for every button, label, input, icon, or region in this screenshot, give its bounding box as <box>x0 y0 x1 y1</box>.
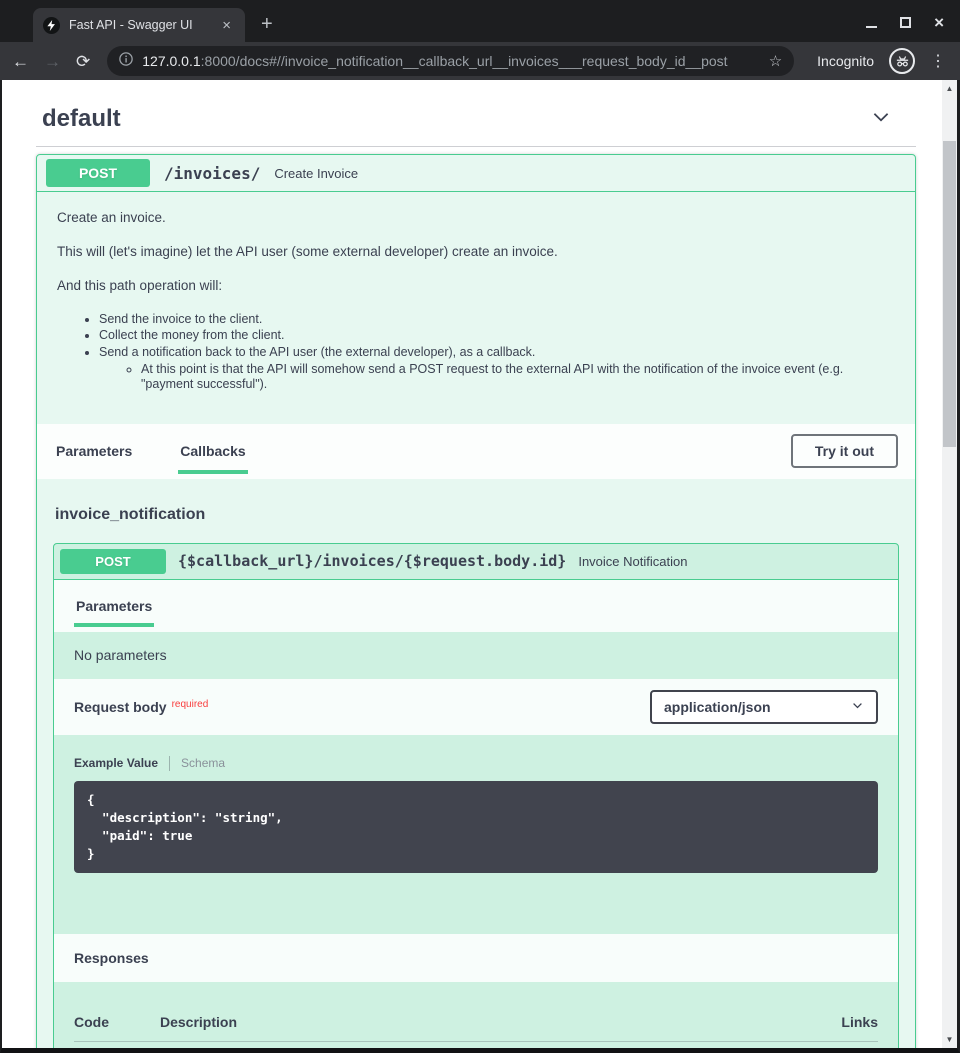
callback-summary[interactable]: POST {$callback_url}/invoices/{$request.… <box>54 544 898 580</box>
tab-strip: Fast API - Swagger UI × + × <box>0 0 960 42</box>
tab-divider <box>169 756 170 771</box>
section-header-default[interactable]: default <box>36 80 916 147</box>
callback-name: invoice_notification <box>53 506 899 524</box>
request-body-header: Request bodyrequired application/json <box>54 679 898 735</box>
description-list: Send the invoice to the client. Collect … <box>57 312 895 393</box>
url-text: 127.0.0.1:8000/docs#//invoice_notificati… <box>142 53 727 69</box>
description-paragraph: And this path operation will: <box>57 278 895 295</box>
callback-summary-text: Invoice Notification <box>578 554 687 569</box>
scrollbar-thumb[interactable] <box>943 141 956 447</box>
operation-tabs-header: Parameters Callbacks Try it out <box>37 424 915 479</box>
operation-path: /invoices/ <box>164 164 260 183</box>
tab-close-icon[interactable]: × <box>218 16 235 35</box>
select-chevron-icon <box>851 699 864 715</box>
list-item: Send a notification back to the API user… <box>99 345 895 393</box>
browser-tab[interactable]: Fast API - Swagger UI × <box>33 8 245 42</box>
scroll-up-icon[interactable]: ▲ <box>942 84 957 93</box>
column-header-links: Links <box>788 1014 878 1030</box>
callback-opblock: POST {$callback_url}/invoices/{$request.… <box>53 543 899 1048</box>
list-item: At this point is that the API will someh… <box>141 362 859 393</box>
chevron-down-icon[interactable] <box>870 106 892 133</box>
forward-icon[interactable]: → <box>44 53 61 70</box>
maximize-button[interactable] <box>900 17 911 28</box>
example-section: Example Value Schema { "description": "s… <box>54 735 898 935</box>
column-header-code: Code <box>74 1014 160 1030</box>
new-tab-button[interactable]: + <box>261 14 273 34</box>
responses-table-head: Code Description Links <box>74 998 878 1042</box>
opblock-summary[interactable]: POST /invoices/ Create Invoice <box>37 155 915 192</box>
page-scrollbar[interactable]: ▲ ▼ <box>942 80 957 1048</box>
tab-parameters[interactable]: Parameters <box>54 424 134 479</box>
description-paragraph: This will (let's imagine) let the API us… <box>57 244 895 261</box>
reload-icon[interactable]: ⟳ <box>76 53 90 70</box>
operation-description: Create an invoice. This will (let's imag… <box>37 192 915 424</box>
minimize-button[interactable] <box>866 26 877 28</box>
site-info-icon[interactable] <box>119 52 133 71</box>
description-paragraph: Create an invoice. <box>57 210 895 227</box>
method-badge-post: POST <box>46 159 150 187</box>
page-content: default POST /invoices/ Create Invoice C… <box>2 80 942 1048</box>
example-code-block: { "description": "string", "paid": true … <box>74 781 878 874</box>
table-row: 200 Successful Response No links <box>74 1042 878 1048</box>
description-sublist: At this point is that the API will someh… <box>99 362 859 393</box>
media-type-select[interactable]: application/json <box>650 690 878 724</box>
url-host: 127.0.0.1 <box>142 53 200 69</box>
address-bar[interactable]: 127.0.0.1:8000/docs#//invoice_notificati… <box>107 46 794 76</box>
code-line: "description": "string", <box>87 809 865 827</box>
callback-method-badge-post: POST <box>60 549 166 574</box>
browser-toolbar: ← → ⟳ 127.0.0.1:8000/docs#//invoice_noti… <box>0 42 960 80</box>
media-type-value: application/json <box>664 699 771 715</box>
window-close-button[interactable]: × <box>934 17 944 28</box>
request-body-label: Request bodyrequired <box>74 699 208 715</box>
incognito-icon <box>889 48 915 74</box>
try-it-out-button[interactable]: Try it out <box>791 434 898 468</box>
callback-path: {$callback_url}/invoices/{$request.body.… <box>178 552 566 570</box>
callback-tab-parameters[interactable]: Parameters <box>74 580 154 632</box>
code-line: "paid": true <box>87 827 865 845</box>
url-path: :8000/docs#//invoice_notification__callb… <box>201 53 728 69</box>
list-item: Send the invoice to the client. <box>99 312 895 328</box>
responses-table: Code Description Links 200 Successful Re… <box>54 982 898 1048</box>
operation-summary: Create Invoice <box>274 166 358 181</box>
browser-window: Fast API - Swagger UI × + × ← → ⟳ 127.0.… <box>0 0 960 1053</box>
code-line: } <box>87 845 865 863</box>
bookmark-star-icon[interactable]: ☆ <box>769 52 782 70</box>
callback-parameters-header: Parameters <box>54 580 898 632</box>
list-item: Collect the money from the client. <box>99 328 895 344</box>
required-badge: required <box>172 699 209 710</box>
page-viewport: default POST /invoices/ Create Invoice C… <box>0 80 960 1053</box>
code-line: { <box>87 791 865 809</box>
browser-menu-icon[interactable]: ⋮ <box>930 51 946 71</box>
column-header-description: Description <box>160 1014 788 1030</box>
responses-header: Responses <box>54 934 898 982</box>
tab-title: Fast API - Swagger UI <box>69 18 218 32</box>
section-title: default <box>42 105 121 133</box>
fastapi-favicon-icon <box>43 17 60 34</box>
scroll-down-icon[interactable]: ▼ <box>942 1035 957 1044</box>
back-icon[interactable]: ← <box>12 53 29 70</box>
tab-callbacks[interactable]: Callbacks <box>178 424 247 479</box>
tab-example-value[interactable]: Example Value <box>74 756 158 770</box>
window-controls: × <box>866 13 944 31</box>
opblock-post-invoices: POST /invoices/ Create Invoice Create an… <box>36 154 916 1048</box>
opblock-body: invoice_notification POST {$callback_url… <box>37 479 915 1048</box>
incognito-label: Incognito <box>817 53 874 69</box>
no-parameters-text: No parameters <box>54 632 898 679</box>
tab-schema[interactable]: Schema <box>181 756 225 770</box>
